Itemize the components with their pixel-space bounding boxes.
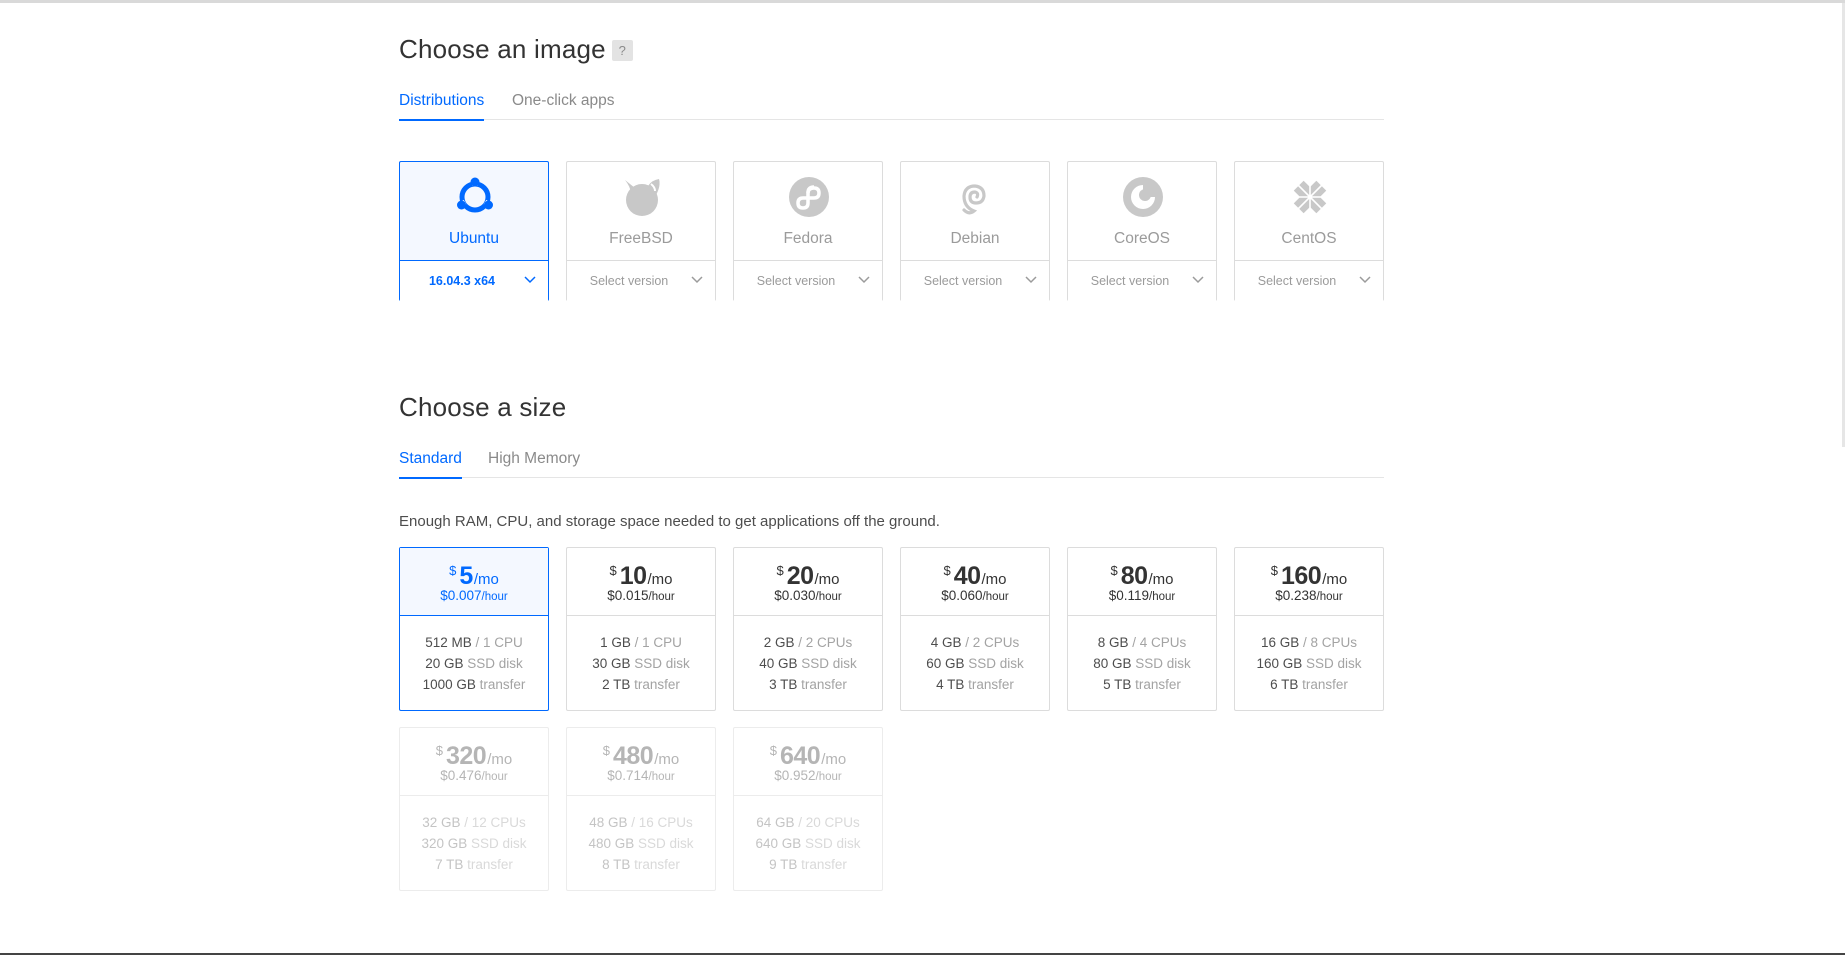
plan-card-160[interactable]: $160/mo $0.238/hour 16 GB / 8 CPUs 160 G…	[1234, 547, 1384, 711]
version-value: Select version	[1090, 274, 1170, 288]
monthly-price: $20/mo	[776, 562, 840, 590]
monthly-price: $160/mo	[1270, 562, 1348, 590]
plan-specs: 64 GB / 20 CPUs 640 GB SSD disk 9 TB tra…	[755, 815, 861, 872]
plan-specs: 48 GB / 16 CPUs 480 GB SSD disk 8 TB tra…	[588, 815, 694, 872]
distro-card-ubuntu[interactable]: Ubuntu 16.04.3 x64	[399, 161, 549, 301]
monthly-price: $40/mo	[943, 562, 1007, 590]
version-value: Select version	[589, 274, 669, 288]
monthly-price: $640/mo	[769, 742, 847, 770]
hourly-price: $0.030/hour	[774, 588, 842, 603]
version-select-centos[interactable]: Select version	[1235, 260, 1383, 301]
plan-card-80[interactable]: $80/mo $0.119/hour 8 GB / 4 CPUs 80 GB S…	[1067, 547, 1217, 711]
plan-specs: 8 GB / 4 CPUs 80 GB SSD disk 5 TB transf…	[1093, 635, 1191, 692]
distro-card-fedora[interactable]: Fedora Select version	[733, 161, 883, 301]
help-icon[interactable]: ?	[611, 40, 633, 61]
chevron-down-icon	[1025, 276, 1037, 284]
plan-card-40[interactable]: $40/mo $0.060/hour 4 GB / 2 CPUs 60 GB S…	[900, 547, 1050, 711]
plan-specs: 4 GB / 2 CPUs 60 GB SSD disk 4 TB transf…	[926, 635, 1024, 692]
monthly-price: $480/mo	[602, 742, 680, 770]
plan-card-480: $480/mo $0.714/hour 48 GB / 16 CPUs 480 …	[566, 727, 716, 891]
hourly-price: $0.952/hour	[774, 768, 842, 783]
version-select-ubuntu[interactable]: 16.04.3 x64	[400, 260, 548, 301]
freebsd-icon	[625, 179, 660, 216]
version-value: 16.04.3 x64	[428, 274, 496, 288]
chevron-down-icon	[858, 276, 870, 284]
hourly-price: $0.060/hour	[941, 588, 1009, 603]
tab-one-click-apps[interactable]: One-click apps	[512, 92, 615, 120]
version-select-freebsd[interactable]: Select version	[567, 260, 715, 301]
size-tabs: Standard High Memory	[399, 450, 1384, 479]
plan-card-640: $640/mo $0.952/hour 64 GB / 20 CPUs 640 …	[733, 727, 883, 891]
version-select-coreos[interactable]: Select version	[1068, 260, 1216, 301]
hourly-price: $0.476/hour	[440, 768, 508, 783]
version-select-debian[interactable]: Select version	[901, 260, 1049, 301]
plan-card-320: $320/mo $0.476/hour 32 GB / 12 CPUs 320 …	[399, 727, 549, 891]
distro-name: CentOS	[1281, 230, 1337, 247]
fedora-icon	[789, 177, 829, 217]
distro-card-freebsd[interactable]: FreeBSD Select version	[566, 161, 716, 301]
version-value: Select version	[923, 274, 1003, 288]
plan-card-20[interactable]: $20/mo $0.030/hour 2 GB / 2 CPUs 40 GB S…	[733, 547, 883, 711]
plan-specs: 32 GB / 12 CPUs 320 GB SSD disk 7 TB tra…	[421, 815, 527, 872]
hourly-price: $0.015/hour	[607, 588, 675, 603]
plan-card-10[interactable]: $10/mo $0.015/hour 1 GB / 1 CPU 30 GB SS…	[566, 547, 716, 711]
size-description: Enough RAM, CPU, and storage space neede…	[399, 513, 940, 530]
image-tabs: Distributions One-click apps	[399, 92, 1384, 121]
distro-card-coreos[interactable]: CoreOS Select version	[1067, 161, 1217, 301]
tab-distributions[interactable]: Distributions	[399, 92, 485, 121]
coreos-icon	[1123, 177, 1163, 217]
chevron-down-icon	[691, 276, 703, 284]
size-section-title: Choose a size	[399, 392, 567, 422]
tab-standard[interactable]: Standard	[399, 450, 462, 479]
monthly-price: $10/mo	[609, 562, 673, 590]
version-value: Select version	[756, 274, 836, 288]
chevron-down-icon	[524, 276, 536, 284]
distro-name: Debian	[950, 230, 1000, 247]
chevron-down-icon	[1359, 276, 1371, 284]
distro-name: FreeBSD	[609, 230, 673, 247]
debian-icon	[962, 184, 986, 215]
distro-card-centos[interactable]: CentOS Select version	[1234, 161, 1384, 301]
tab-high-memory[interactable]: High Memory	[488, 450, 580, 478]
distro-card-debian[interactable]: Debian Select version	[900, 161, 1050, 301]
chevron-down-icon	[1192, 276, 1204, 284]
hourly-price: $0.714/hour	[607, 768, 675, 783]
plan-card-5[interactable]: $5/mo $0.007/hour 512 MB / 1 CPU 20 GB S…	[399, 547, 549, 711]
plan-specs: 16 GB / 8 CPUs 160 GB SSD disk 6 TB tran…	[1256, 635, 1362, 692]
distro-name: Fedora	[783, 230, 833, 247]
hourly-price: $0.238/hour	[1275, 588, 1343, 603]
distro-name: CoreOS	[1114, 230, 1170, 247]
hourly-price: $0.007/hour	[440, 588, 508, 603]
plan-specs: 2 GB / 2 CPUs 40 GB SSD disk 3 TB transf…	[759, 635, 857, 692]
version-select-fedora[interactable]: Select version	[734, 260, 882, 301]
distro-name: Ubuntu	[449, 230, 499, 247]
top-border	[0, 0, 1845, 3]
monthly-price: $5/mo	[449, 562, 499, 590]
plan-specs: 512 MB / 1 CPU 20 GB SSD disk 1000 GB tr…	[422, 635, 526, 692]
image-section-title: Choose an image?	[399, 34, 633, 65]
ubuntu-icon	[457, 177, 493, 213]
plan-specs: 1 GB / 1 CPU 30 GB SSD disk 2 TB transfe…	[592, 635, 690, 692]
monthly-price: $320/mo	[435, 742, 513, 770]
hourly-price: $0.119/hour	[1108, 588, 1176, 603]
version-value: Select version	[1257, 274, 1337, 288]
monthly-price: $80/mo	[1110, 562, 1174, 590]
centos-icon	[1290, 177, 1330, 217]
